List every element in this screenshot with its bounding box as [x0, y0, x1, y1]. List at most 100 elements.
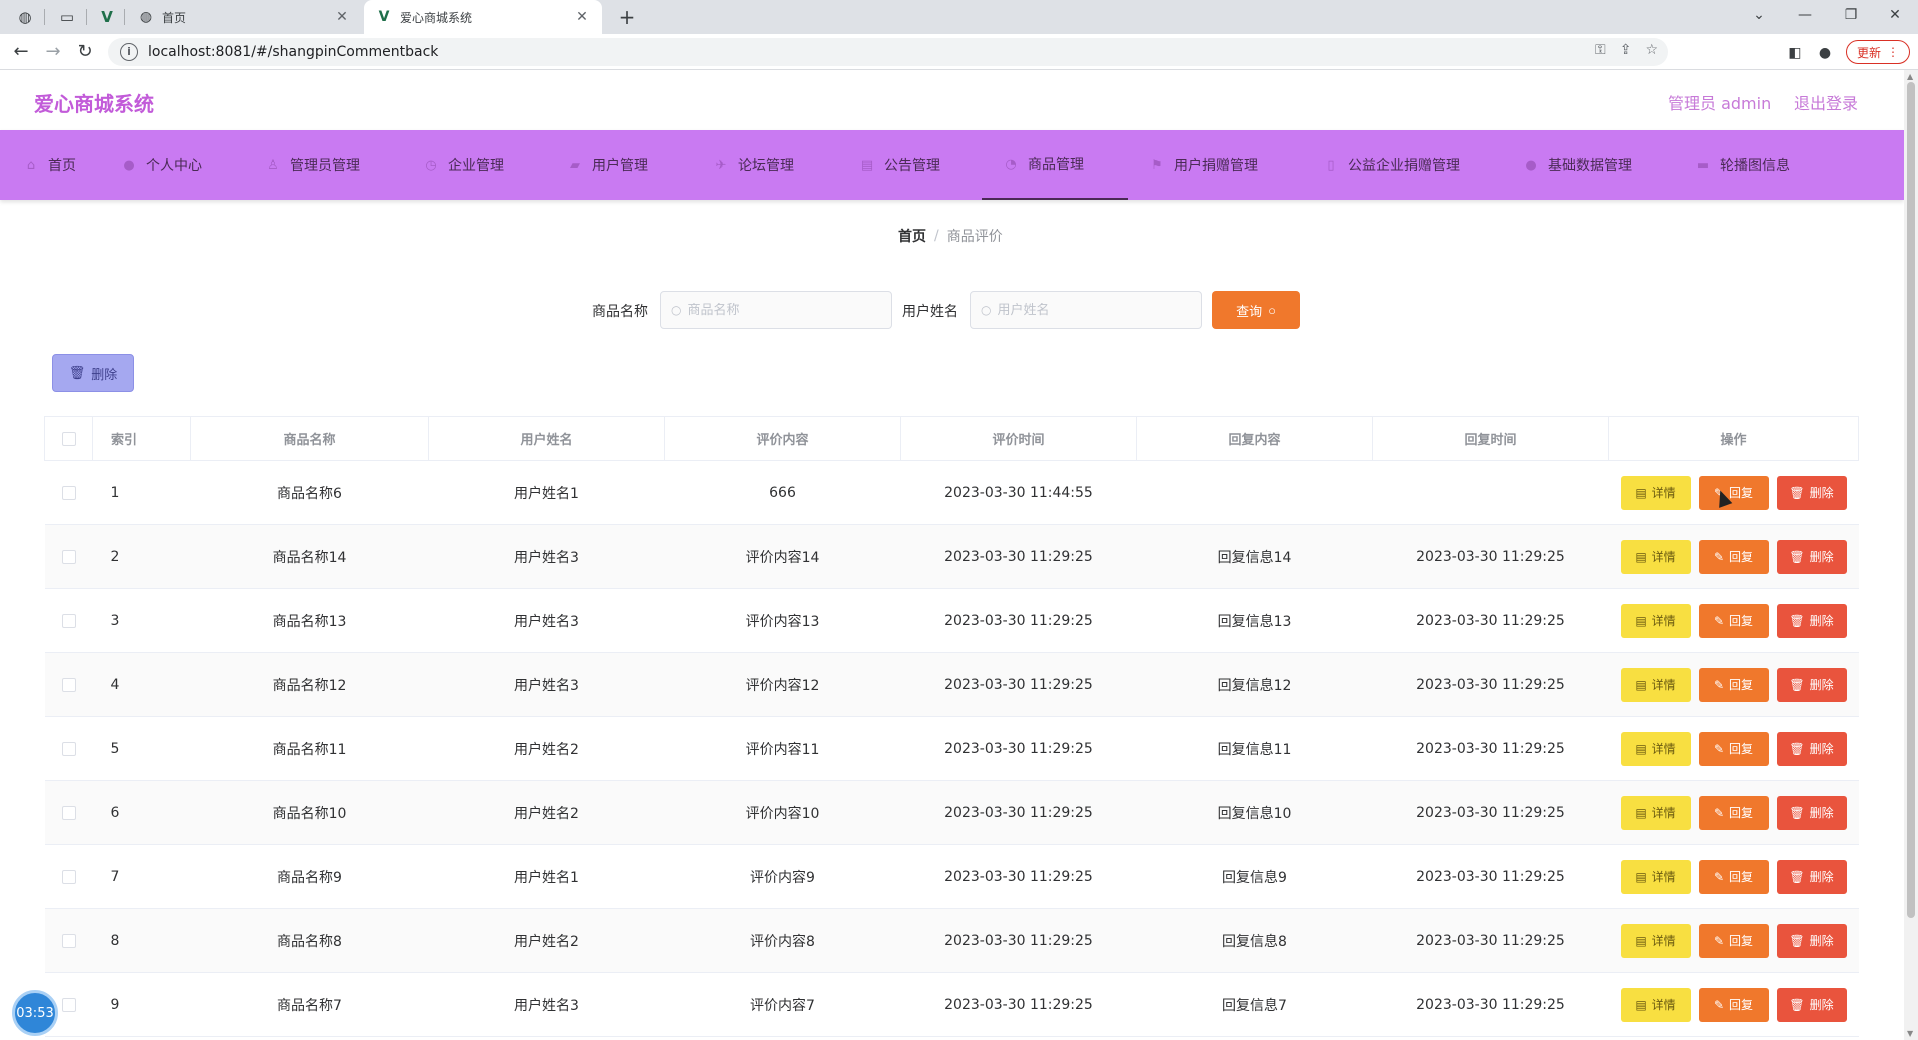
address-bar[interactable]: i localhost:8081/#/shangpinCommentback ⚿… — [108, 38, 1668, 66]
nav-item-forum[interactable]: ✈ 论坛管理 — [714, 130, 794, 200]
document-icon: ▤ — [1635, 549, 1647, 564]
nav-item-enterprise[interactable]: ◷ 企业管理 — [424, 130, 504, 200]
row-select-cell[interactable] — [44, 588, 93, 653]
share-icon[interactable]: ⇪ — [1620, 42, 1632, 58]
reply-button[interactable]: ✎ 回复 — [1698, 987, 1769, 1022]
delete-button[interactable]: 🗑 删除 — [1776, 795, 1847, 830]
nav-item-user-donation[interactable]: ⚑ 用户捐赠管理 — [1150, 130, 1258, 200]
scrollbar-thumb[interactable] — [1907, 82, 1915, 918]
reply-button[interactable]: ✎ 回复 — [1698, 603, 1769, 638]
delete-button[interactable]: 🗑 删除 — [1776, 539, 1847, 574]
detail-button[interactable]: ▤ 详情 — [1620, 859, 1691, 894]
delete-button[interactable]: 🗑 删除 — [1776, 987, 1847, 1022]
reply-button[interactable]: ✎ 回复 — [1698, 667, 1769, 702]
nav-item-notice[interactable]: ▤ 公告管理 — [860, 130, 940, 200]
row-select-cell[interactable] — [44, 908, 93, 973]
delete-button[interactable]: 🗑 删除 — [1776, 731, 1847, 766]
browser-tab-active[interactable]: V 爱心商城系统 ✕ — [364, 0, 602, 34]
row-checkbox[interactable] — [61, 677, 76, 692]
user-name-field[interactable]: ○ — [970, 291, 1202, 329]
row-checkbox[interactable] — [61, 933, 76, 948]
scroll-down-icon[interactable]: ▼ — [1907, 1029, 1913, 1038]
browser-update-button[interactable]: 更新 ⋮ — [1846, 40, 1910, 64]
delete-button[interactable]: 🗑 删除 — [1776, 603, 1847, 638]
row-select-cell[interactable] — [44, 652, 93, 717]
detail-button[interactable]: ▤ 详情 — [1620, 923, 1691, 958]
delete-button[interactable]: 🗑 删除 — [1776, 923, 1847, 958]
row-checkbox[interactable] — [61, 485, 76, 500]
detail-button[interactable]: ▤ 详情 — [1620, 539, 1691, 574]
browser-tab-home[interactable]: ◍ 首页 ✕ — [126, 0, 362, 34]
nav-item-admin[interactable]: ♙ 管理员管理 — [266, 130, 360, 200]
bulk-delete-button[interactable]: 🗑 删除 — [52, 354, 134, 392]
page-scrollbar[interactable]: ▲ ▼ — [1904, 70, 1918, 1040]
restore-icon[interactable]: ❐ — [1828, 0, 1874, 30]
table-row: 1 商品名称6 用户姓名1 666 2023-03-30 11:44:55 ▤ 详… — [44, 460, 1859, 525]
close-icon[interactable]: ✕ — [574, 9, 590, 25]
row-select-cell[interactable] — [44, 460, 93, 525]
key-icon[interactable]: ⚿ — [1595, 42, 1606, 58]
breadcrumb-home[interactable]: 首页 — [898, 226, 926, 246]
window-close-icon[interactable]: ✕ — [1872, 0, 1918, 30]
reply-button[interactable]: ✎ 回复 — [1698, 923, 1769, 958]
notice-icon: ▤ — [860, 157, 874, 173]
nav-item-profile[interactable]: ● 个人中心 — [122, 130, 202, 200]
reply-button[interactable]: ✎ 回复 — [1698, 795, 1769, 830]
pinned-tab-vue-icon[interactable]: V — [96, 6, 118, 28]
nav-item-charity-donation[interactable]: ▯ 公益企业捐赠管理 — [1324, 130, 1460, 200]
reply-button[interactable]: ✎ 回复 — [1698, 475, 1769, 510]
back-arrow-icon[interactable]: ← — [8, 39, 34, 65]
product-name-input[interactable] — [687, 302, 868, 318]
side-panel-icon[interactable]: ◧ — [1784, 42, 1806, 64]
nav-item-carousel[interactable]: ▬ 轮播图信息 — [1696, 130, 1790, 200]
minimize-icon[interactable]: — — [1782, 0, 1828, 30]
query-button[interactable]: 查询 ○ — [1212, 291, 1300, 329]
row-checkbox[interactable] — [61, 549, 76, 564]
cell-comment-content: 评价内容10 — [664, 780, 901, 845]
nav-item-basic-data[interactable]: ● 基础数据管理 — [1524, 130, 1632, 200]
pinned-tab-globe-icon[interactable]: ◍ — [14, 6, 36, 28]
row-checkbox[interactable] — [61, 805, 76, 820]
row-checkbox[interactable] — [61, 613, 76, 628]
reply-button[interactable]: ✎ 回复 — [1698, 859, 1769, 894]
row-checkbox[interactable] — [61, 997, 76, 1012]
delete-button[interactable]: 🗑 删除 — [1776, 667, 1847, 702]
site-info-icon[interactable]: i — [120, 43, 138, 61]
forward-arrow-icon[interactable]: → — [40, 39, 66, 65]
select-all-checkbox[interactable] — [61, 431, 76, 446]
cell-reply-time: 2023-03-30 11:29:25 — [1372, 652, 1609, 717]
row-checkbox[interactable] — [61, 741, 76, 756]
detail-button[interactable]: ▤ 详情 — [1620, 987, 1691, 1022]
logout-link[interactable]: 退出登录 — [1794, 90, 1858, 114]
tab-search-chevron-icon[interactable]: ⌄ — [1736, 0, 1782, 30]
pinned-tab-blank-icon[interactable]: ▭ — [56, 6, 78, 28]
scroll-up-icon[interactable]: ▲ — [1907, 72, 1913, 81]
delete-button[interactable]: 🗑 删除 — [1776, 475, 1847, 510]
delete-button[interactable]: 🗑 删除 — [1776, 859, 1847, 894]
product-name-field[interactable]: ○ — [660, 291, 892, 329]
update-label: 更新 — [1856, 45, 1881, 60]
reply-button[interactable]: ✎ 回复 — [1698, 539, 1769, 574]
reload-icon[interactable]: ↻ — [72, 39, 98, 65]
detail-button[interactable]: ▤ 详情 — [1620, 603, 1691, 638]
nav-item-home[interactable]: ⌂ 首页 — [24, 130, 76, 200]
row-checkbox[interactable] — [61, 869, 76, 884]
new-tab-button[interactable]: + — [614, 4, 640, 30]
detail-button[interactable]: ▤ 详情 — [1620, 795, 1691, 830]
row-select-cell[interactable] — [44, 780, 93, 845]
detail-button[interactable]: ▤ 详情 — [1620, 667, 1691, 702]
detail-button[interactable]: ▤ 详情 — [1620, 475, 1691, 510]
nav-item-goods[interactable]: ◔ 商品管理 — [982, 130, 1128, 200]
detail-button[interactable]: ▤ 详情 — [1620, 731, 1691, 766]
row-select-cell[interactable] — [44, 844, 93, 909]
select-all-cell[interactable] — [44, 416, 93, 461]
row-select-cell[interactable] — [44, 524, 93, 589]
row-select-cell[interactable] — [44, 716, 93, 781]
cell-index: 3 — [92, 588, 191, 653]
user-name-input[interactable] — [997, 302, 1178, 318]
profile-avatar-icon[interactable]: ● — [1814, 42, 1836, 64]
bookmark-star-icon[interactable]: ☆ — [1645, 42, 1658, 58]
close-icon[interactable]: ✕ — [334, 9, 350, 25]
reply-button[interactable]: ✎ 回复 — [1698, 731, 1769, 766]
nav-item-users[interactable]: ▰ 用户管理 — [568, 130, 648, 200]
